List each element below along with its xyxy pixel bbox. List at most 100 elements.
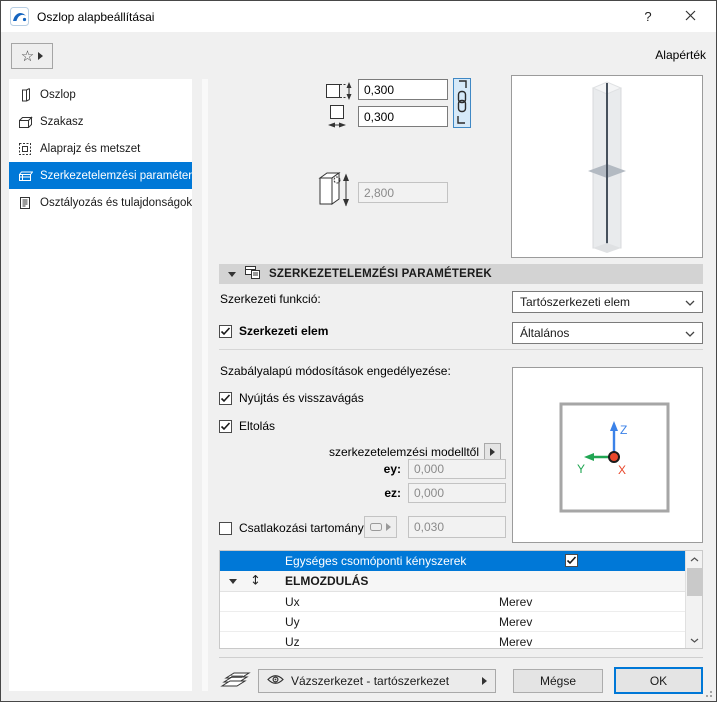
eye-icon bbox=[267, 674, 284, 688]
sidebar-item-label: Szerkezetelemzési paraméter... bbox=[40, 169, 192, 182]
collapse-triangle-icon bbox=[228, 271, 236, 277]
scroll-up-icon[interactable] bbox=[686, 551, 702, 567]
scroll-down-icon[interactable] bbox=[686, 632, 702, 648]
check-icon bbox=[220, 327, 231, 336]
cancel-label: Mégse bbox=[539, 674, 577, 688]
ey-label: ey: bbox=[383, 462, 401, 476]
chain-link-icon bbox=[455, 79, 469, 127]
check-icon bbox=[566, 556, 577, 565]
offset-checkbox[interactable] bbox=[219, 420, 232, 433]
floorplan-section-icon bbox=[17, 141, 33, 157]
table-row-uz[interactable]: Uz Merev bbox=[220, 632, 686, 649]
table-row-uy[interactable]: Uy Merev bbox=[220, 612, 686, 632]
titlebar: Oszlop alapbeállításai ? bbox=[1, 1, 716, 32]
chevron-right-icon bbox=[490, 447, 495, 456]
settings-sidebar: Oszlop Szakasz Alaprajz és metszet Szerk… bbox=[9, 79, 192, 691]
layers-icon bbox=[220, 670, 252, 694]
close-icon bbox=[685, 10, 696, 24]
check-icon bbox=[220, 394, 231, 403]
core-height-input[interactable] bbox=[358, 79, 448, 100]
column-settings-dialog: Oszlop alapbeállításai ? ☆ Alapérték Osz… bbox=[0, 0, 717, 702]
table-row-ux[interactable]: Ux Merev bbox=[220, 592, 686, 612]
connection-range-input bbox=[408, 516, 506, 538]
app-logo-icon bbox=[10, 7, 29, 29]
close-button[interactable] bbox=[673, 1, 707, 32]
range-shape-icon bbox=[370, 523, 382, 531]
column-3d-preview bbox=[511, 75, 703, 258]
connection-range-button bbox=[364, 516, 397, 538]
connection-range-label: Csatlakozási tartomány bbox=[239, 521, 364, 535]
row-label: Egységes csomóponti kényszerek bbox=[285, 554, 467, 568]
row-name: Ux bbox=[285, 594, 300, 609]
sidebar-item-szerkezetelemzesi[interactable]: Szerkezetelemzési paraméter... bbox=[9, 162, 192, 189]
link-dimensions-button[interactable] bbox=[453, 78, 471, 128]
offset-label: Eltolás bbox=[239, 419, 276, 433]
row-name: Uz bbox=[285, 634, 300, 649]
sidebar-item-oszlop[interactable]: Oszlop bbox=[9, 81, 192, 108]
sidebar-item-label: Oszlop bbox=[40, 88, 76, 101]
favorites-button[interactable]: ☆ bbox=[11, 43, 53, 69]
sidebar-item-label: Szakasz bbox=[40, 115, 84, 128]
column-icon bbox=[17, 87, 33, 103]
core-height-icon bbox=[324, 80, 356, 105]
collapse-triangle-icon bbox=[229, 579, 237, 584]
section-axes-preview: Z Y X bbox=[512, 367, 703, 543]
chevron-down-icon bbox=[685, 295, 695, 309]
ok-label: OK bbox=[649, 673, 668, 688]
table-group-elmozdulas[interactable]: ↕ ELMOZDULÁS bbox=[220, 571, 686, 592]
stretch-checkbox[interactable] bbox=[219, 392, 232, 405]
resize-grip[interactable] bbox=[704, 689, 712, 697]
sidebar-item-alaprajz[interactable]: Alaprajz és metszet bbox=[9, 135, 192, 162]
window-title: Oszlop alapbeállításai bbox=[37, 10, 155, 24]
document-properties-icon bbox=[17, 195, 33, 211]
axis-x-label: X bbox=[618, 463, 626, 477]
star-icon: ☆ bbox=[20, 46, 35, 65]
row-name: Uy bbox=[285, 614, 300, 629]
sidebar-item-label: Osztályozás és tulajdonságok bbox=[40, 196, 192, 209]
column-height-icon bbox=[313, 169, 355, 212]
ey-input bbox=[408, 459, 506, 479]
group-label: ELMOZDULÁS bbox=[285, 574, 369, 588]
core-width-input[interactable] bbox=[358, 106, 448, 127]
row-value: Merev bbox=[499, 634, 533, 649]
structural-function-dropdown[interactable]: Tartószerkezeti elem bbox=[512, 291, 703, 313]
divider bbox=[219, 349, 703, 350]
ez-input bbox=[408, 483, 506, 503]
ok-button[interactable]: OK bbox=[614, 667, 703, 694]
uniform-constraints-checkbox[interactable] bbox=[565, 554, 578, 567]
sidebar-item-osztalyozas[interactable]: Osztályozás és tulajdonságok bbox=[9, 189, 192, 216]
structural-params-icon bbox=[244, 265, 261, 283]
chevron-right-icon bbox=[482, 677, 487, 685]
layer-selector[interactable]: Vázszerkezet - tartószerkezet bbox=[258, 669, 496, 693]
structural-member-dropdown[interactable]: Általános bbox=[512, 322, 703, 344]
rules-label: Szabályalapú módosítások engedélyezése: bbox=[220, 364, 451, 378]
chevron-down-icon bbox=[685, 326, 695, 340]
help-button[interactable]: ? bbox=[631, 1, 665, 32]
model-offset-label: szerkezetelemzési modelltől bbox=[328, 445, 479, 459]
chevron-right-icon bbox=[38, 52, 44, 60]
cancel-button[interactable]: Mégse bbox=[513, 669, 603, 693]
layer-value: Vázszerkezet - tartószerkezet bbox=[291, 674, 450, 688]
section-header-structural[interactable]: SZERKEZETELEMZÉSI PARAMÉTEREK bbox=[219, 264, 703, 284]
structural-function-label: Szerkezeti funkció: bbox=[220, 292, 321, 306]
sidebar-item-szakasz[interactable]: Szakasz bbox=[9, 108, 192, 135]
row-value: Merev bbox=[499, 614, 533, 629]
sidebar-item-label: Alaprajz és metszet bbox=[40, 142, 141, 155]
displacement-icon: ↕ bbox=[250, 573, 261, 589]
stretch-label: Nyújtás és visszavágás bbox=[239, 391, 364, 405]
scrollbar-thumb[interactable] bbox=[687, 568, 702, 596]
check-icon bbox=[220, 422, 231, 431]
core-width-icon bbox=[326, 103, 352, 134]
model-offset-button[interactable] bbox=[484, 443, 501, 460]
footer-divider bbox=[219, 657, 703, 658]
chevron-right-icon bbox=[386, 523, 391, 531]
content-scrollbar-track bbox=[202, 79, 208, 691]
axis-z-label: Z bbox=[620, 423, 627, 437]
connection-range-checkbox[interactable] bbox=[219, 522, 232, 535]
row-value: Merev bbox=[499, 594, 533, 609]
table-row-uniform-constraints[interactable]: Egységes csomóponti kényszerek bbox=[220, 551, 686, 571]
axis-y-label: Y bbox=[577, 462, 585, 476]
structural-member-checkbox[interactable] bbox=[219, 325, 232, 338]
column-height-input bbox=[358, 182, 448, 203]
table-scrollbar[interactable] bbox=[685, 551, 702, 648]
